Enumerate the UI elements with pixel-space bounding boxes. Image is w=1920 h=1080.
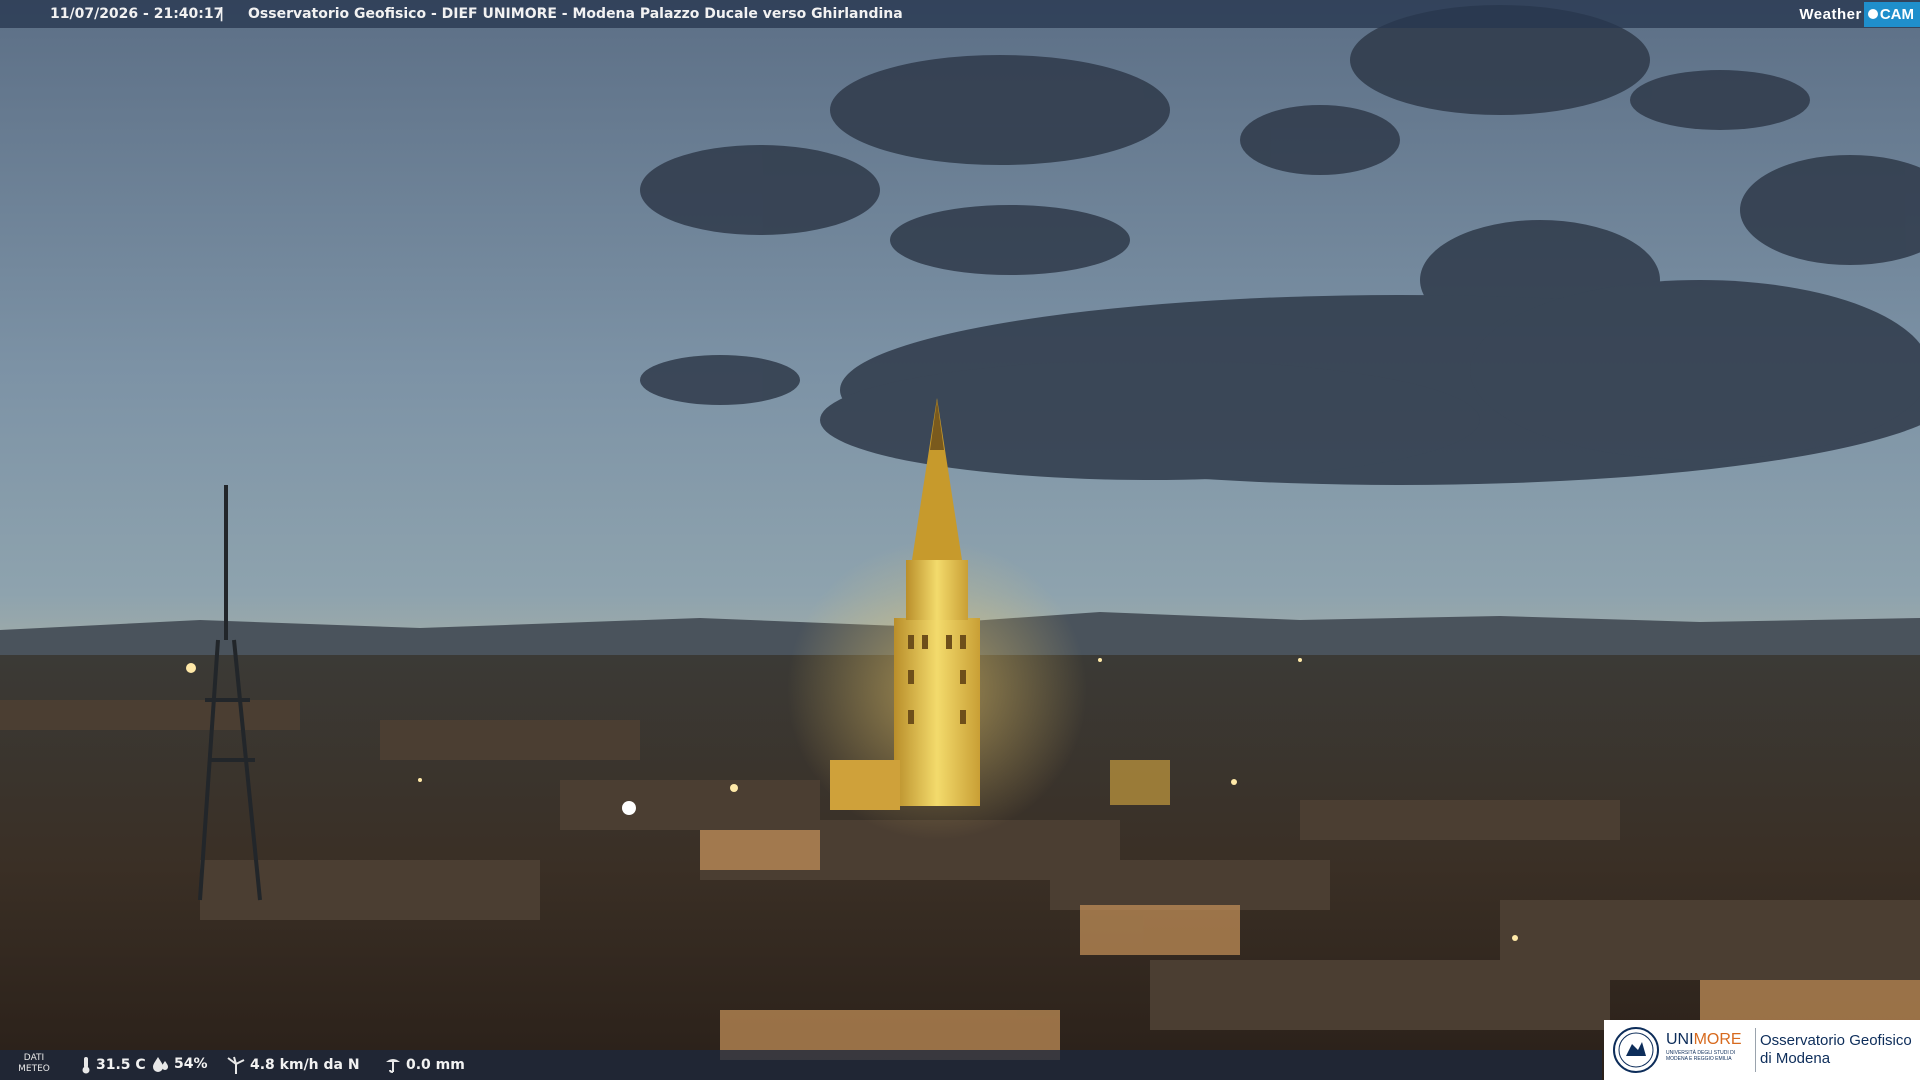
unimore-logo-panel: UNIMORE UNIVERSITÀ DEGLI STUDI DI MODENA…: [1604, 1020, 1920, 1080]
weather-data-bar: DATI METEO 31.5 C 54% 4.8 km/h da N 0.0 …: [0, 1050, 1602, 1080]
rain-reading: 0.0 mm: [384, 1056, 465, 1074]
humidity-value: 54%: [174, 1056, 208, 1072]
timestamp: 11/07/2026 - 21:40:17: [50, 6, 224, 22]
church-lit: [1110, 760, 1170, 805]
humidity-reading: 54%: [152, 1056, 208, 1072]
duomo-lit: [830, 760, 900, 810]
top-caption-bar: 11/07/2026 - 21:40:17 | Osservatorio Geo…: [0, 0, 1920, 28]
brand-cam-badge: CAM: [1863, 1, 1920, 27]
thermometer-icon: [82, 1057, 90, 1074]
temperature-value: 31.5 C: [96, 1057, 146, 1073]
dati-meteo-label: DATI METEO: [18, 1053, 50, 1074]
weathercam-brand: Weather CAM: [1799, 0, 1920, 28]
camera-title: Osservatorio Geofisico - DIEF UNIMORE - …: [248, 6, 903, 22]
brand-cam-text: CAM: [1879, 5, 1914, 23]
unimore-subtitle: UNIVERSITÀ DEGLI STUDI DI MODENA E REGGI…: [1666, 1050, 1736, 1062]
rain-value: 0.0 mm: [406, 1057, 465, 1073]
unimore-wordmark: UNIMORE: [1666, 1031, 1742, 1048]
humidity-icon: [153, 1057, 168, 1072]
temperature-reading: 31.5 C: [80, 1056, 146, 1074]
brand-weather-text: Weather: [1799, 5, 1862, 23]
logo-divider: [1755, 1028, 1756, 1072]
wind-value: 4.8 km/h da N: [250, 1057, 360, 1073]
university-seal-icon: [1613, 1027, 1659, 1073]
camera-lens-icon: [1867, 9, 1878, 19]
rain-gauge-icon: [386, 1059, 400, 1073]
title-separator: |: [219, 6, 225, 22]
wind-icon: [227, 1056, 245, 1074]
wind-reading: 4.8 km/h da N: [226, 1056, 360, 1074]
observatory-name: Osservatorio Geofisico di Modena: [1760, 1032, 1912, 1067]
webcam-scene: [0, 0, 1920, 1080]
